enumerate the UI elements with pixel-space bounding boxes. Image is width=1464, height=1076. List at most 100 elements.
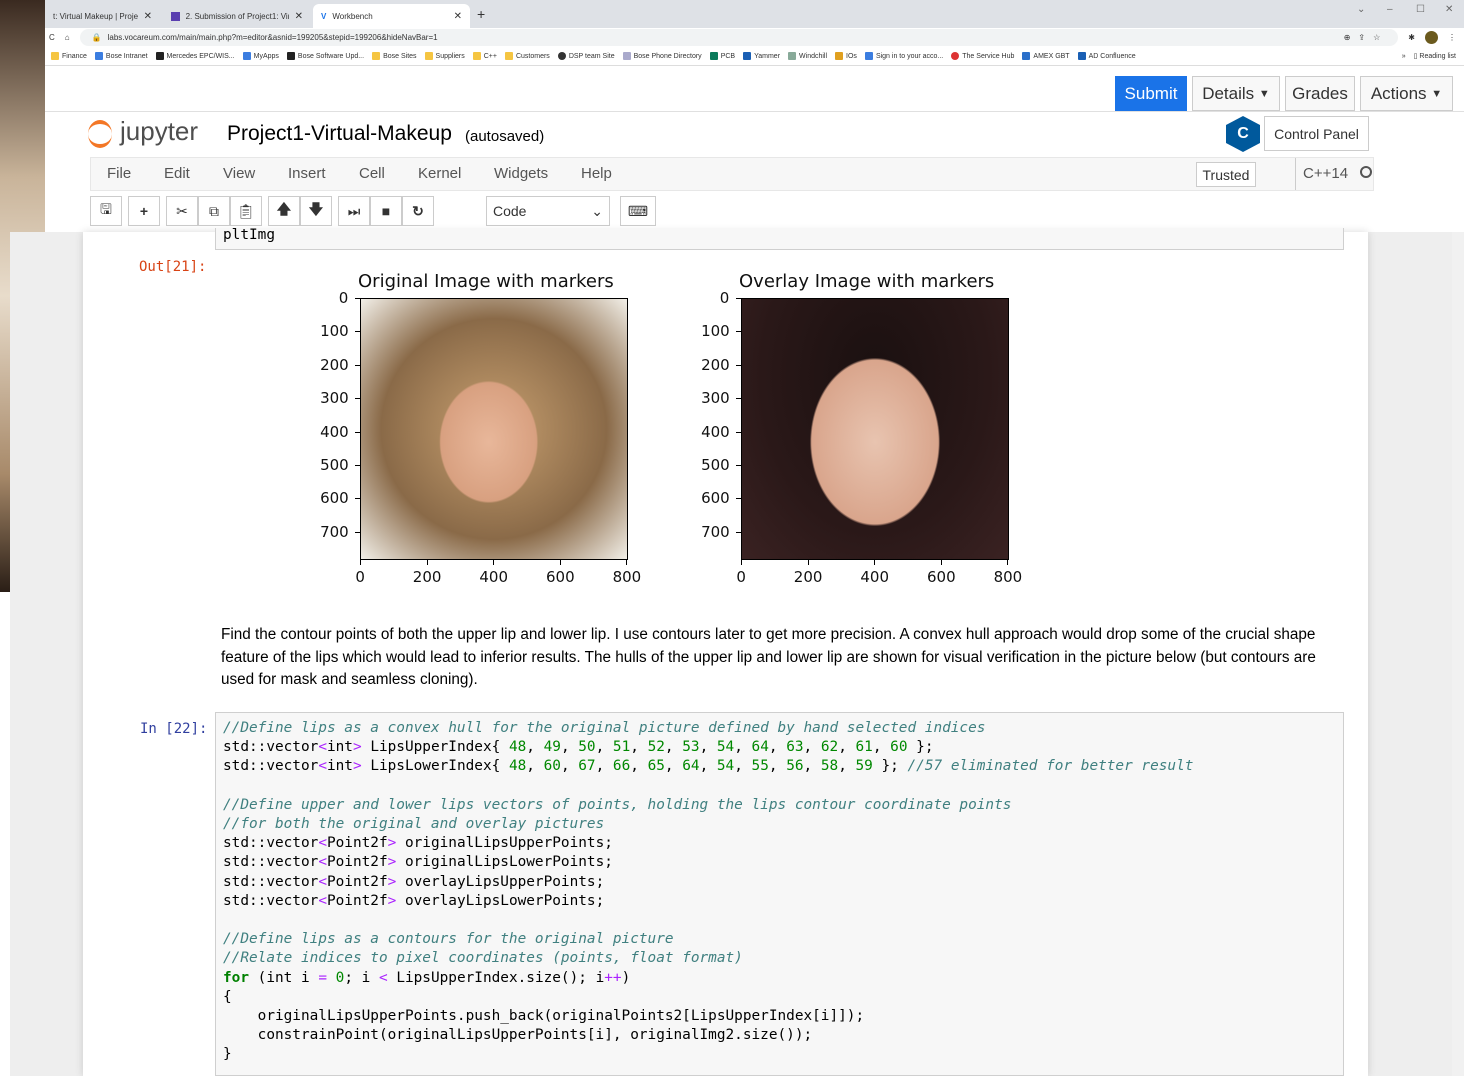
jupyter-logo-text[interactable]: jupyter	[120, 116, 198, 147]
y-tick-label: 700	[320, 522, 349, 541]
bookmark[interactable]: Customers	[504, 52, 550, 60]
code-line: //Define lips as a convex hull for the o…	[223, 720, 986, 736]
scrollbar[interactable]	[1452, 232, 1464, 1076]
menu-bar: File Edit View Insert Cell Kernel Widget…	[90, 157, 1374, 191]
cut-button[interactable]: ✂	[166, 196, 198, 226]
grades-button[interactable]: Grades	[1285, 76, 1355, 111]
bookmark[interactable]: Yammer	[743, 52, 780, 60]
menu-cell[interactable]: Cell	[359, 165, 385, 182]
y-tick-label: 700	[701, 522, 730, 541]
bookmark[interactable]: Bose Intranet	[94, 52, 148, 60]
move-down-button[interactable]: 🡇	[300, 196, 332, 226]
bookmark[interactable]: Windchill	[788, 52, 827, 60]
markdown-cell[interactable]: Find the contour points of both the uppe…	[221, 624, 1321, 692]
cell-type-select[interactable]: Code ⌄	[486, 196, 610, 226]
y-tick-label: 200	[701, 355, 730, 374]
autosave-status: (autosaved)	[465, 128, 545, 145]
new-tab-button[interactable]: +	[477, 6, 485, 22]
plus-icon: +	[139, 203, 149, 219]
close-icon[interactable]: ✕	[144, 11, 152, 22]
y-tick-label: 100	[320, 322, 349, 341]
bookmark[interactable]: Sign in to your acco...	[864, 52, 943, 60]
interrupt-button[interactable]: ■	[370, 196, 402, 226]
bookmark[interactable]: MyApps	[242, 52, 279, 60]
y-tick	[736, 298, 741, 299]
bookmark[interactable]: Bose Sites	[372, 52, 417, 60]
more-bookmarks-icon[interactable]: »	[1402, 53, 1406, 60]
bookmark-label: Windchill	[799, 52, 828, 60]
menu-file[interactable]: File	[107, 165, 131, 182]
folder-icon	[472, 52, 481, 60]
bookmark[interactable]: Suppliers	[424, 52, 465, 60]
bookmark[interactable]: PCB	[709, 52, 736, 60]
reading-list[interactable]: ▯ Reading list	[1414, 52, 1456, 60]
minimize-button[interactable]: –	[1387, 4, 1393, 15]
insert-cell-button[interactable]: +	[128, 196, 160, 226]
previous-cell-code[interactable]: pltImg	[215, 228, 1344, 250]
bookmarks-bar: Finance Bose Intranet Mercedes EPC/WIS..…	[45, 47, 1464, 66]
y-tick	[736, 431, 741, 433]
kernel-name: C++14	[1303, 165, 1349, 182]
bookmark[interactable]: C++	[472, 52, 497, 60]
move-up-button[interactable]: 🡅	[268, 196, 300, 226]
menu-icon[interactable]: ⋮	[1448, 33, 1456, 42]
bookmark-label: Bose Software Upd...	[297, 52, 365, 60]
bookmark[interactable]: The Service Hub	[951, 52, 1014, 60]
save-button[interactable]: 🖫	[90, 196, 122, 226]
command-palette-button[interactable]: ⌨	[620, 196, 656, 226]
bookmark[interactable]: Bose Software Upd...	[286, 52, 365, 60]
bookmark[interactable]: Mercedes EPC/WIS...	[155, 52, 235, 60]
lock-icon: 🔒	[91, 33, 102, 42]
menu-view[interactable]: View	[223, 165, 255, 182]
y-tick-label: 300	[320, 389, 349, 408]
y-tick	[355, 331, 360, 333]
home-icon[interactable]: ⌂	[65, 33, 70, 42]
menu-insert[interactable]: Insert	[288, 165, 326, 182]
control-panel-button[interactable]: Control Panel	[1264, 116, 1369, 151]
maximize-button[interactable]: ☐	[1416, 4, 1425, 15]
close-window-button[interactable]: ✕	[1445, 4, 1453, 15]
tab-workbench[interactable]: V Workbench ✕	[313, 4, 470, 28]
reading-list-label: Reading list	[1419, 53, 1456, 60]
menu-kernel[interactable]: Kernel	[418, 165, 461, 182]
copy-button[interactable]: ⧉	[198, 196, 230, 226]
menu-edit[interactable]: Edit	[164, 165, 190, 182]
bookmark-label: IOs	[846, 52, 857, 60]
extensions-icon[interactable]: ✱	[1408, 33, 1415, 42]
actions-button[interactable]: Actions ▼	[1360, 76, 1453, 111]
bookmark[interactable]: AMEX GBT	[1022, 52, 1070, 60]
reload-icon[interactable]: C	[49, 33, 55, 42]
menu-help[interactable]: Help	[581, 165, 612, 182]
menu-widgets[interactable]: Widgets	[494, 165, 548, 182]
y-tick	[736, 398, 741, 400]
bookmark[interactable]: IOs	[835, 52, 857, 60]
trusted-indicator[interactable]: Trusted	[1196, 162, 1256, 187]
bookmark[interactable]: Finance	[51, 52, 87, 60]
bookmark[interactable]: Bose Phone Directory	[622, 52, 702, 60]
zoom-share-star-icons[interactable]: ⊕⇪☆	[1344, 33, 1389, 42]
avatar[interactable]	[1425, 31, 1438, 44]
paste-button[interactable]: 📋︎	[230, 196, 262, 226]
code-line: for (int i = 0; i < LipsUpperIndex.size(…	[223, 969, 631, 986]
bookmark-label: PCB	[720, 52, 736, 60]
bookmark[interactable]: DSP team Site	[557, 52, 615, 60]
url-input[interactable]: 🔒 labs.vocareum.com/main/main.php?m=edito…	[79, 29, 1399, 46]
bookmark[interactable]: AD Confluence	[1077, 52, 1136, 60]
plot-title: Original Image with markers	[358, 271, 614, 292]
bookmark-label: AMEX GBT	[1033, 52, 1070, 60]
close-icon[interactable]: ✕	[454, 11, 462, 22]
apps-icon	[94, 52, 103, 60]
tab-search-icon[interactable]: ⌄	[1357, 4, 1365, 15]
tab-virtual-makeup[interactable]: t: Virtual Makeup | Project ✕	[45, 4, 160, 28]
restart-button[interactable]: ↻	[402, 196, 434, 226]
tab-submission[interactable]: 2. Submission of Project1: Virtu ✕	[163, 4, 311, 28]
details-button[interactable]: Details ▼	[1192, 76, 1280, 111]
close-icon[interactable]: ✕	[295, 11, 303, 22]
run-button[interactable]: ⏭	[338, 196, 370, 226]
bookmark-label: DSP team Site	[568, 52, 615, 60]
notebook-title[interactable]: Project1-Virtual-Makeup	[227, 122, 452, 146]
submit-button[interactable]: Submit	[1115, 76, 1187, 111]
code-cell-editor[interactable]: //Define lips as a convex hull for the o…	[215, 712, 1344, 1076]
bookmark-label: Customers	[515, 52, 550, 60]
